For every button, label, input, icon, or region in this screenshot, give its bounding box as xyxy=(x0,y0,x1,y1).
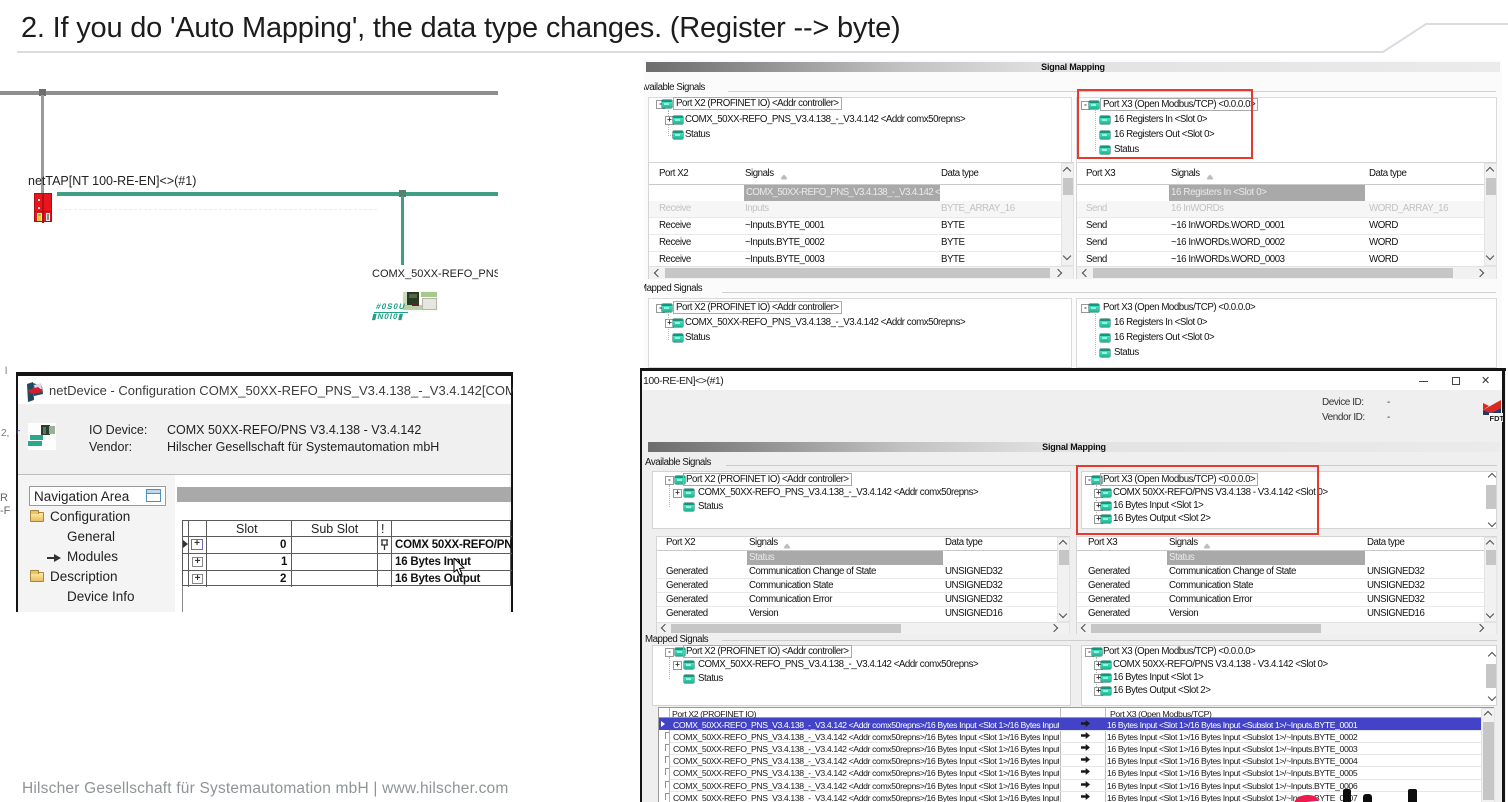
svg-text:FDT: FDT xyxy=(1490,414,1504,423)
